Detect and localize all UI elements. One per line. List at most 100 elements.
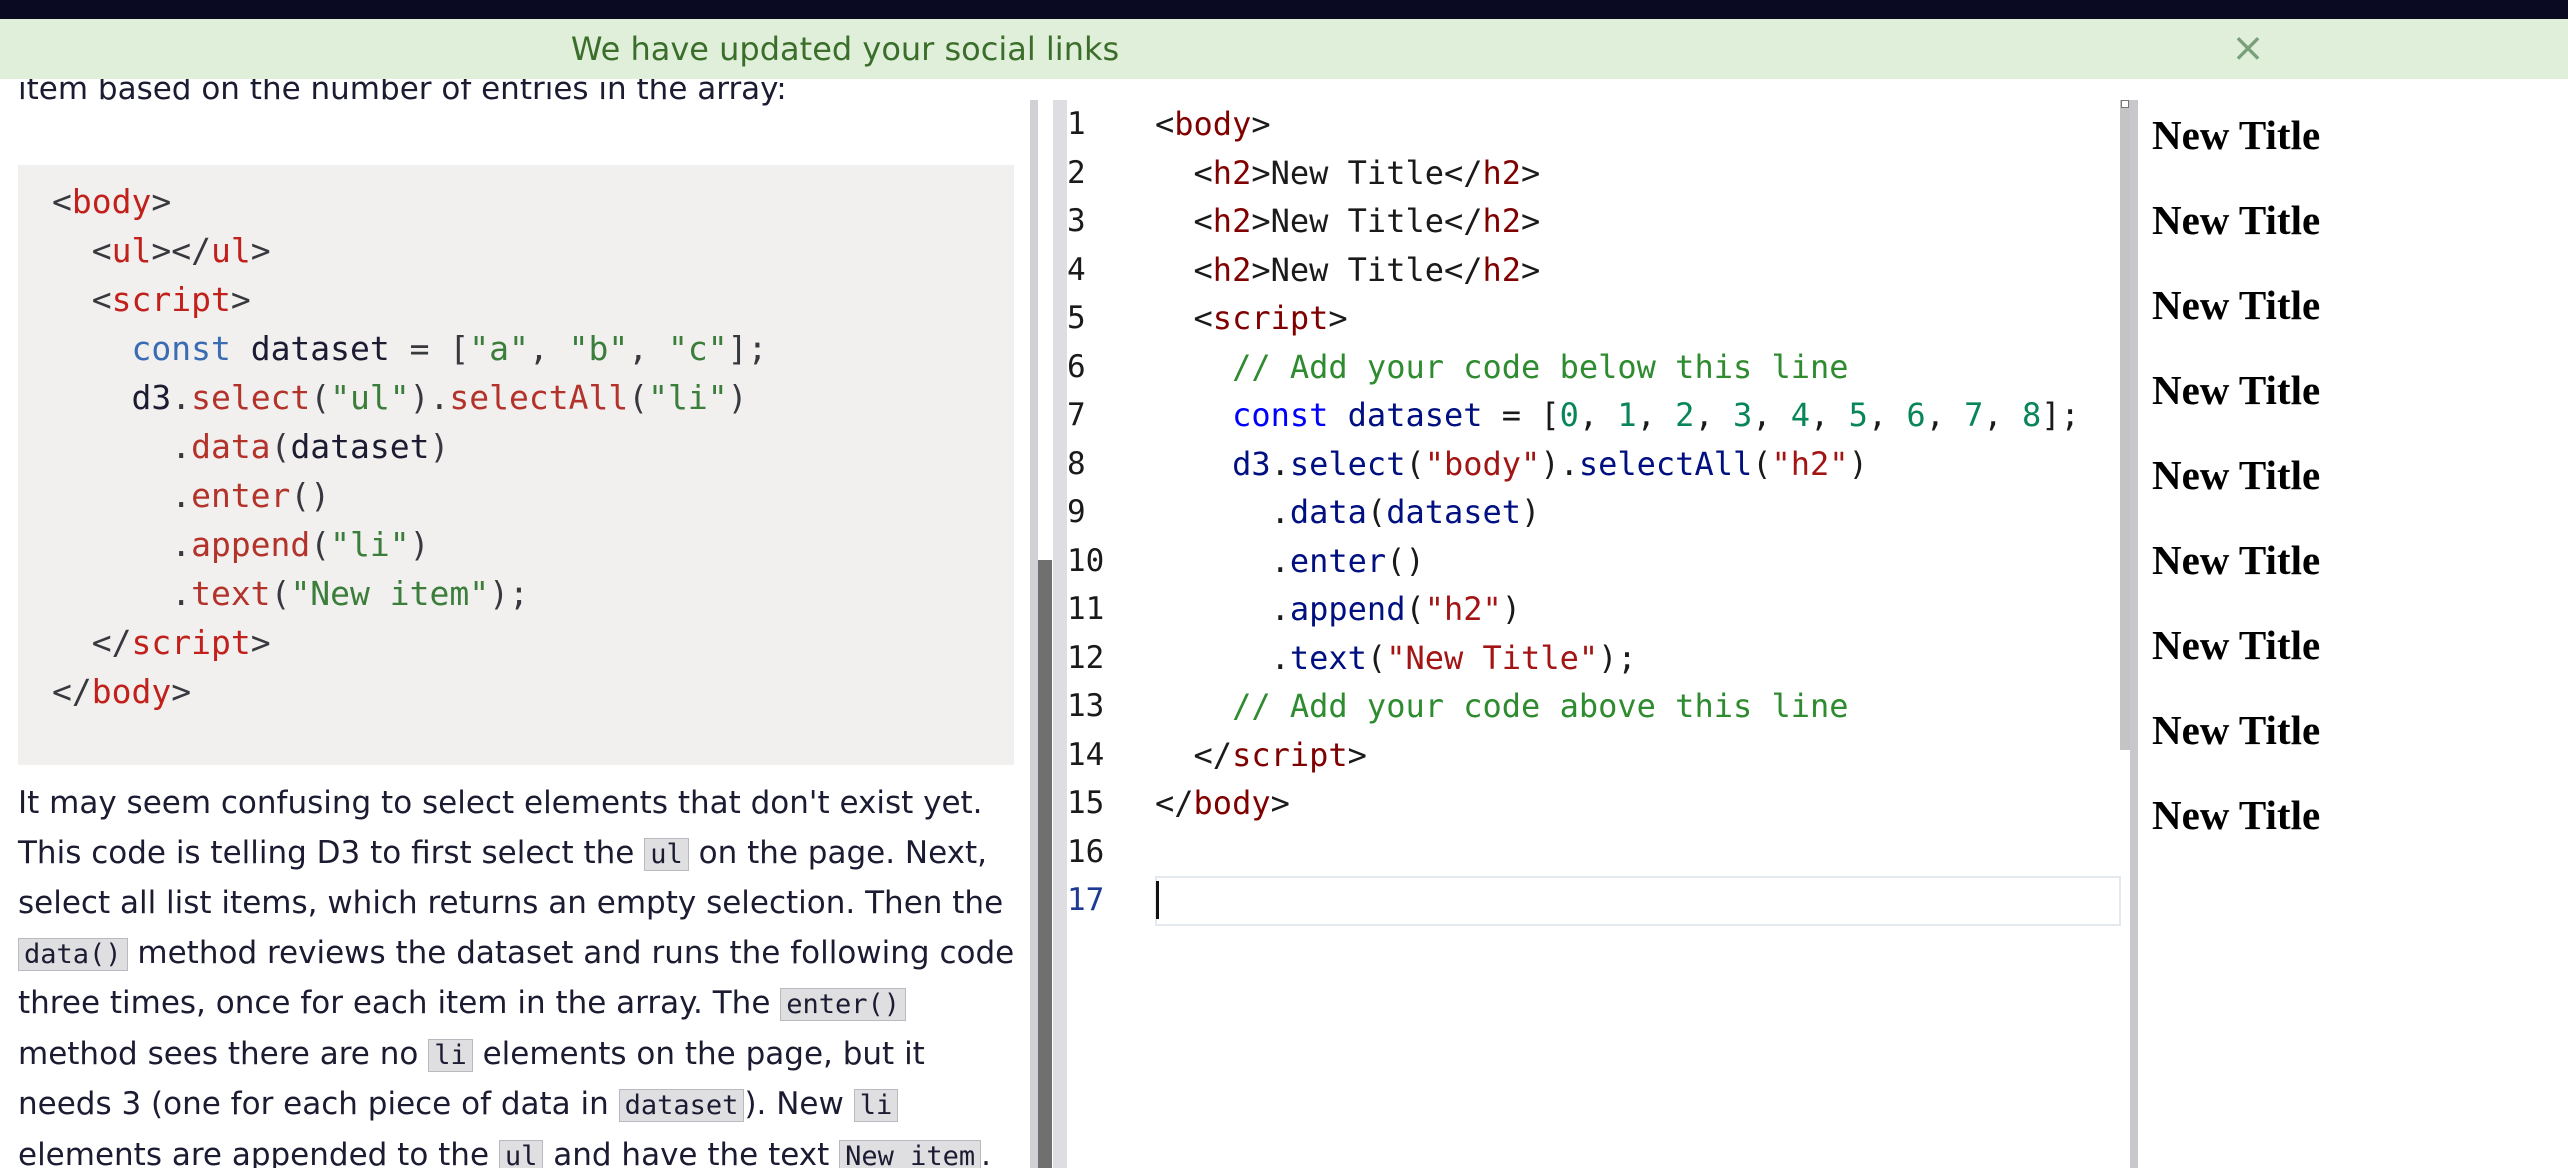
code-line[interactable]: <h2>New Title</h2> (1155, 149, 1541, 198)
code-token: enter (191, 476, 291, 515)
code-token: selectAll (1578, 444, 1753, 483)
code-token: h2 (1482, 202, 1522, 240)
code-token: // Add your code below this line (1155, 347, 1849, 386)
inline-code: ul (498, 1139, 544, 1168)
line-number-gutter: 1 2 3 4 5 6 7 8 9 10 11 12 13 14 15 16 17 (1067, 100, 1147, 1168)
code-token: ( (1366, 638, 1387, 677)
example-code-block: <body> <ul></ul> <script> const dataset … (18, 165, 1014, 765)
code-token: ( (628, 378, 649, 417)
code-line[interactable]: .data(dataset) (1155, 488, 1541, 537)
inline-code: li (428, 1038, 473, 1072)
code-token: data (191, 427, 271, 466)
line-number: 6 (1067, 348, 1086, 385)
code-token: < (52, 182, 72, 221)
code-token: const (131, 329, 231, 368)
inline-code: ul (644, 837, 689, 871)
code-token: ) (429, 427, 450, 466)
code-token: > (1347, 735, 1367, 774)
example-code-line: </script> (52, 618, 271, 667)
preview-heading: New Title (2152, 707, 2321, 753)
example-code-line: .append("li") (52, 520, 429, 569)
code-line[interactable]: <body> (1155, 100, 1271, 149)
code-editor[interactable]: 1 2 3 4 5 6 7 8 9 10 11 12 13 14 15 16 17 <body> <h2>New… (1067, 100, 2130, 1168)
code-token: , (628, 329, 668, 368)
example-code-line: </body> (52, 667, 191, 716)
close-icon[interactable]: × (2228, 28, 2268, 68)
code-line[interactable]: <script> (1155, 294, 1348, 343)
current-line-highlight (1155, 876, 2121, 926)
code-line[interactable]: </body> (1155, 779, 1290, 828)
code-token: 5 (1848, 396, 1868, 434)
paragraph-text: method sees there are no (18, 1035, 429, 1072)
code-token: select (1289, 444, 1406, 483)
line-number: 17 (1067, 882, 1105, 918)
code-token: > (230, 280, 251, 319)
code-token: ( (1405, 444, 1425, 483)
preview-heading: New Title (2152, 197, 2321, 243)
code-token: ( (1752, 444, 1772, 483)
line-number: 7 (1067, 397, 1086, 433)
code-line[interactable]: // Add your code below this line (1155, 343, 1849, 392)
line-number: 14 (1067, 736, 1105, 773)
code-token: // Add your code above this line (1155, 687, 1849, 725)
code-token: < (52, 280, 112, 319)
preview-heading: New Title (2152, 452, 2321, 498)
code-token: body (91, 672, 172, 711)
code-token: dataset (1347, 396, 1483, 434)
code-token: select (191, 378, 311, 417)
code-line[interactable]: <h2>New Title</h2> (1155, 246, 1541, 295)
paragraph-text: ). New (744, 1086, 854, 1122)
code-token: "li" (648, 378, 728, 417)
code-token: script (131, 623, 251, 662)
preview-divider[interactable] (2130, 100, 2138, 1168)
code-token: 8 (2021, 396, 2042, 434)
code-token: >New Title</ (1251, 153, 1483, 192)
paragraph-text: . (981, 1136, 992, 1168)
code-token: "b" (568, 329, 629, 368)
code-line[interactable]: .enter() (1155, 537, 1425, 586)
code-line[interactable]: d3.select("body").selectAll("h2") (1155, 440, 1868, 489)
code-token: , (1810, 396, 1849, 434)
code-token: . (52, 574, 192, 613)
code-token: </ (52, 672, 92, 711)
code-token: ). (409, 378, 450, 417)
preview-pane: New Title New Title New Title New Title New … (2138, 100, 2568, 1168)
code-token: ); (1598, 638, 1637, 677)
line-number: 4 (1067, 251, 1086, 288)
code-token: , (1925, 396, 1965, 434)
code-line[interactable]: <h2>New Title</h2> (1155, 197, 1541, 246)
code-token: , (1694, 396, 1733, 434)
code-token: 7 (1964, 396, 1984, 434)
code-token: () (1386, 541, 1425, 580)
code-token: > (1521, 153, 1541, 192)
line-number: 3 (1067, 203, 1086, 239)
line-number: 1 (1067, 106, 1086, 142)
code-token: body (71, 182, 152, 221)
code-line[interactable]: .append("h2") (1155, 585, 1521, 634)
code-token: , (1867, 396, 1907, 434)
code-line[interactable]: .text("New Title"); (1155, 634, 1637, 683)
code-token: > (1328, 299, 1348, 337)
code-line[interactable]: // Add your code above this line (1155, 682, 1849, 731)
code-token: ( (310, 378, 331, 417)
editor-scrollbar[interactable] (2120, 100, 2130, 750)
example-code-line: .enter() (52, 471, 330, 520)
line-number: 10 (1067, 542, 1105, 579)
code-line[interactable]: const dataset = [0, 1, 2, 3, 4, 5, 6, 7,… (1155, 391, 2080, 440)
code-token: "h2" (1771, 444, 1849, 483)
text-cursor (1156, 881, 1159, 919)
code-token: . (1155, 493, 1290, 531)
code-token: h2 (1212, 202, 1252, 240)
code-token: selectAll (449, 378, 629, 417)
example-code-line: .data(dataset) (52, 422, 449, 471)
code-token: < (52, 231, 112, 270)
instructions-scrollbar-thumb[interactable] (1038, 560, 1052, 1168)
code-token: > (250, 623, 271, 662)
pane-divider[interactable] (1030, 100, 1038, 1168)
example-code-line: <ul></ul> (52, 226, 271, 275)
code-token: ]; (2041, 396, 2080, 434)
code-line[interactable]: </script> (1155, 731, 1367, 780)
code-token: , (1636, 396, 1676, 434)
code-token: < (1155, 153, 1213, 192)
code-token: > (1521, 202, 1541, 240)
